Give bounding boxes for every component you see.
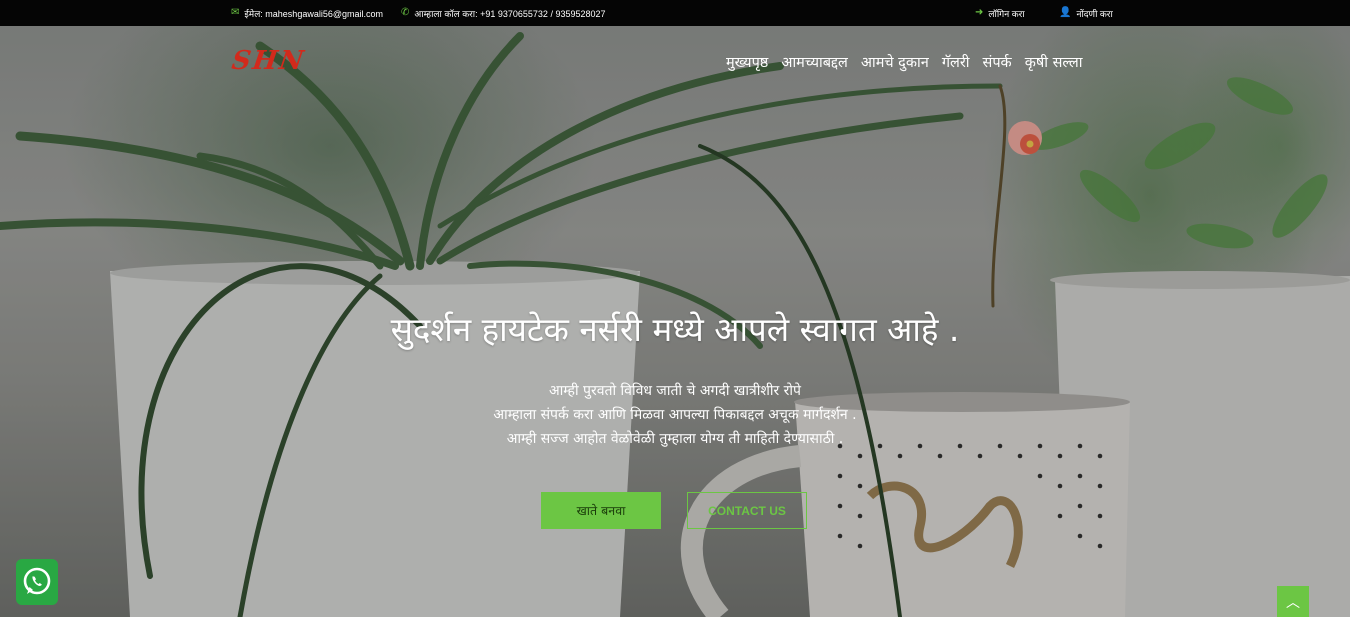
nav-item-contact[interactable]: संपर्क — [983, 52, 1012, 72]
nav-item-home[interactable]: मुख्यपृष्ठ — [726, 52, 768, 72]
hero-subtitle: आम्ही पुरवतो विविध जाती चे अगदी खात्रीशी… — [0, 379, 1350, 451]
phone-text: आम्हाला कॉल करा: +91 9370655732 / 935952… — [414, 8, 606, 19]
contact-us-button[interactable]: CONTACT US — [687, 492, 807, 529]
envelope-icon: ✉ — [231, 7, 240, 18]
phone-icon: ✆ — [401, 7, 410, 18]
nav-item-gallery[interactable]: गॅलरी — [942, 52, 970, 72]
hero-line-3: आम्ही सज्ज आहोत वेळोवेळी तुम्हाला योग्य … — [506, 431, 844, 447]
user-plus-icon: 👤 — [1059, 7, 1072, 18]
email-info: ✉ ईमेल: maheshgawali56@gmail.com — [231, 0, 383, 26]
hero-section: SHN मुख्यपृष्ठ आमच्याबद्दल आमचे दुकान गॅ… — [0, 26, 1350, 617]
hero-line-2: आम्हाला संपर्क करा आणि मिळवा आपल्या पिका… — [493, 407, 857, 423]
whatsapp-button[interactable] — [16, 559, 58, 605]
hero-title: सुदर्शन हायटेक नर्सरी मध्ये आपले स्वागत … — [390, 310, 960, 349]
hero-line-1: आम्ही पुरवतो विविध जाती चे अगदी खात्रीशी… — [548, 383, 801, 399]
register-link[interactable]: 👤 नोंदणी करा — [1059, 0, 1113, 26]
main-nav: मुख्यपृष्ठ आमच्याबद्दल आमचे दुकान गॅलरी … — [726, 52, 1083, 72]
logo[interactable]: SHN — [230, 46, 307, 76]
sign-in-icon: ➜ — [975, 7, 984, 18]
nav-item-shop[interactable]: आमचे दुकान — [861, 52, 929, 72]
scroll-to-top-button[interactable]: ︿ — [1277, 586, 1309, 617]
chevron-up-icon: ︿ — [1286, 594, 1300, 611]
phone-info: ✆ आम्हाला कॉल करा: +91 9370655732 / 9359… — [401, 0, 606, 26]
create-account-button[interactable]: खाते बनवा — [541, 492, 661, 529]
nav-item-about[interactable]: आमच्याबद्दल — [781, 52, 848, 72]
email-text: ईमेल: maheshgawali56@gmail.com — [244, 8, 383, 19]
whatsapp-icon — [23, 567, 51, 595]
top-bar: ✉ ईमेल: maheshgawali56@gmail.com ✆ आम्हा… — [0, 0, 1350, 26]
nav-item-agri-advice[interactable]: कृषी सल्ला — [1025, 52, 1083, 72]
register-label: नोंदणी करा — [1076, 8, 1113, 19]
login-label: लॉगिन करा — [988, 8, 1025, 19]
login-link[interactable]: ➜ लॉगिन करा — [975, 0, 1025, 26]
